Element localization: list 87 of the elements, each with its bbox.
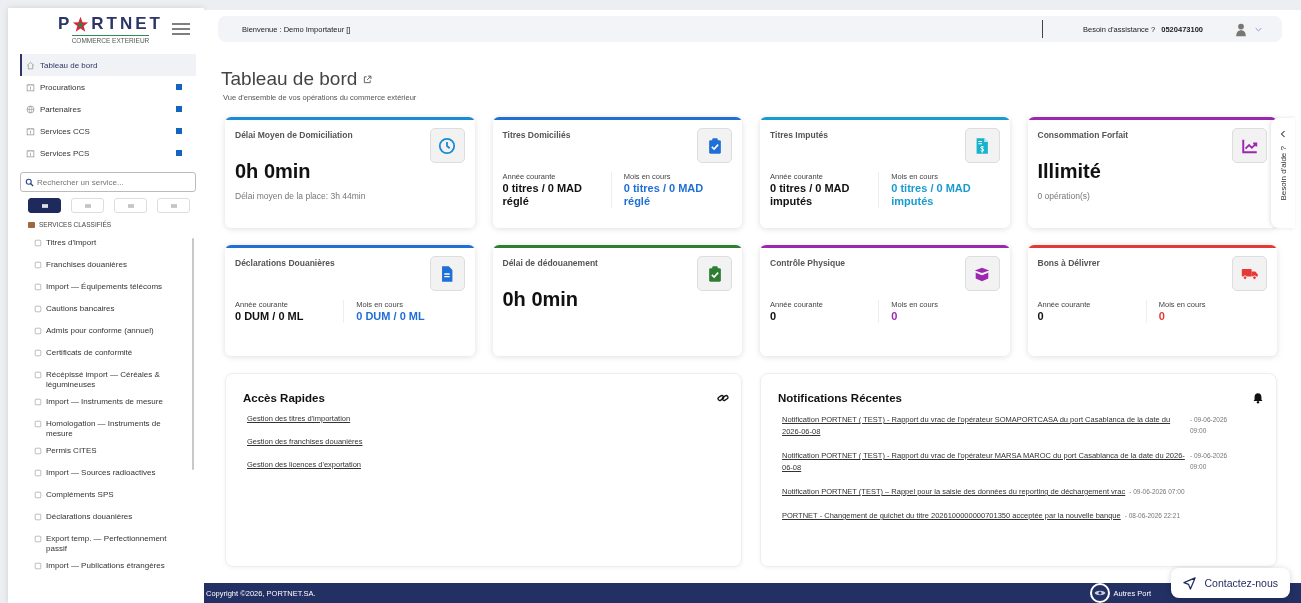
help-tab[interactable]: Besoin d'aide ? bbox=[1271, 118, 1295, 228]
card-title: Consommation Forfait bbox=[1037, 130, 1129, 140]
chevron-down-icon[interactable] bbox=[1255, 26, 1262, 32]
service-item[interactable]: Admis pour conforme (annuel) bbox=[34, 326, 192, 341]
service-icon bbox=[34, 562, 42, 570]
stat-value: 0 bbox=[770, 310, 778, 323]
card-title: Titres Domiciliés bbox=[502, 130, 571, 140]
globe-icon bbox=[26, 104, 35, 114]
stat-value: 0 DUM / 0 ML bbox=[235, 310, 305, 323]
expand-icon[interactable] bbox=[176, 106, 182, 112]
page-title: Tableau de bord bbox=[221, 68, 358, 90]
stat-value: Illimité bbox=[1037, 160, 1102, 183]
nav-item[interactable]: Tableau de bord bbox=[20, 54, 196, 76]
service-item[interactable]: Homologation — Instruments de mesure bbox=[34, 419, 192, 439]
service-item[interactable]: Import — Instruments de mesure bbox=[34, 397, 192, 412]
home-icon bbox=[26, 60, 35, 70]
service-icon bbox=[34, 420, 42, 428]
card-title: Déclarations Douanières bbox=[235, 258, 335, 268]
service-icon bbox=[34, 239, 42, 247]
card-title: Bons à Délivrer bbox=[1037, 258, 1100, 268]
folder-icon bbox=[28, 221, 35, 228]
filter-button[interactable] bbox=[28, 198, 61, 213]
service-icon bbox=[34, 327, 42, 335]
nav-item[interactable]: Services CCS bbox=[20, 120, 196, 142]
stat-value: 0h 0min bbox=[502, 288, 580, 311]
panel-title: Accès Rapides bbox=[243, 392, 325, 404]
stat-value: 0 bbox=[1158, 310, 1166, 323]
service-item[interactable]: Titres d'import bbox=[34, 238, 192, 253]
service-icon bbox=[34, 305, 42, 313]
service-item[interactable]: Permis CITES bbox=[34, 446, 192, 461]
service-item[interactable]: Export temp. — Perfectionnement passif bbox=[34, 534, 192, 554]
nav-item[interactable]: Services PCS bbox=[20, 142, 196, 164]
nav-item[interactable]: Procurations bbox=[20, 76, 196, 98]
card-title: Délai Moyen de Domiciliation bbox=[235, 130, 353, 140]
service-icon bbox=[34, 371, 42, 379]
calendar-icon bbox=[26, 148, 35, 158]
service-icon bbox=[34, 283, 42, 291]
service-item[interactable]: Récépissé import — Céréales & légumineuses bbox=[34, 370, 192, 390]
scrollbar[interactable] bbox=[192, 238, 194, 470]
service-item[interactable]: Franchises douanières bbox=[34, 260, 192, 275]
nav-item[interactable]: Partenaires bbox=[20, 98, 196, 120]
service-item[interactable]: Import — Sources radioactives bbox=[34, 468, 192, 483]
logo[interactable]: P RTNET bbox=[58, 14, 163, 34]
link-icon bbox=[717, 392, 729, 404]
chevron-left-icon bbox=[1280, 130, 1286, 138]
service-icon bbox=[34, 513, 42, 521]
eye-icon[interactable] bbox=[1090, 583, 1111, 603]
panel-title: Notifications Récentes bbox=[778, 392, 902, 404]
service-item[interactable]: Import — Équipements télécoms bbox=[34, 282, 192, 297]
stat-value: 0 titres / 0 MAD imputés bbox=[770, 182, 851, 208]
service-icon bbox=[34, 261, 42, 269]
card-title: Délai de dédouanement bbox=[502, 258, 598, 268]
contact-button[interactable]: Contactez-nous bbox=[1171, 568, 1290, 598]
menu-icon[interactable] bbox=[172, 23, 190, 35]
external-link-icon[interactable] bbox=[363, 74, 373, 84]
stat-value: 0 DUM / 0 ML bbox=[356, 310, 426, 323]
expand-icon[interactable] bbox=[176, 128, 182, 134]
calendar-icon bbox=[26, 82, 35, 92]
stat-note: 0 opération(s) bbox=[1037, 191, 1091, 201]
card-title: Titres Imputés bbox=[770, 130, 828, 140]
bell-icon bbox=[1252, 392, 1264, 404]
expand-icon[interactable] bbox=[176, 84, 182, 90]
service-icon bbox=[34, 535, 42, 543]
stat-value: 0 titres / 0 MAD réglé bbox=[623, 182, 705, 208]
avatar-icon[interactable] bbox=[1233, 21, 1249, 37]
expand-icon[interactable] bbox=[176, 150, 182, 156]
send-icon bbox=[1183, 576, 1197, 590]
service-icon bbox=[34, 469, 42, 477]
service-item[interactable]: Certificats de conformité bbox=[34, 348, 192, 363]
stat-value: 0h 0min bbox=[235, 160, 312, 183]
stat-value: 0 bbox=[891, 310, 899, 323]
service-icon bbox=[34, 447, 42, 455]
service-icon bbox=[34, 398, 42, 406]
clock-icon bbox=[438, 136, 456, 155]
stat-value: 0 bbox=[1037, 310, 1045, 323]
search-field[interactable]: Rechercher un service... bbox=[20, 172, 196, 192]
service-icon bbox=[34, 491, 42, 499]
service-item[interactable]: Déclarations douanières bbox=[34, 512, 192, 527]
service-icon bbox=[34, 349, 42, 357]
stat-note: Délai moyen de la place: 3h 44min bbox=[235, 191, 367, 201]
stat-value: 0 titres / 0 MAD imputés bbox=[891, 182, 972, 208]
service-item[interactable]: Compléments SPS bbox=[34, 490, 192, 505]
service-item[interactable]: Import — Publications étrangères bbox=[34, 561, 192, 576]
calendar-icon bbox=[26, 126, 35, 136]
service-item[interactable]: Cautions bancaires bbox=[34, 304, 192, 319]
stat-value: 0 titres / 0 MAD réglé bbox=[502, 182, 583, 208]
card-title: Contrôle Physique bbox=[770, 258, 846, 268]
